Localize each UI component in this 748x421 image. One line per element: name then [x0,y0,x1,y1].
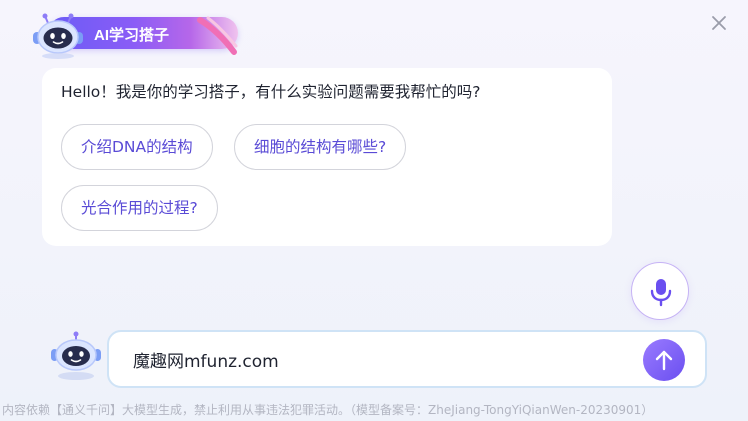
arrow-up-icon [655,350,673,371]
message-composer [107,330,707,388]
ai-disclaimer: 内容依赖【通义千问】大模型生成，禁止利用从事违法犯罪活动。（模型备案号：ZheJ… [2,403,654,417]
greeting-message: Hello！我是你的学习搭子，有什么实验问题需要我帮忙的吗? [61,83,481,101]
app-title: AI学习搭子 [94,27,170,44]
suggestion-chip-dna-structure[interactable]: 介绍DNA的结构 [61,124,213,170]
suggestion-chip-photosynthesis[interactable]: 光合作用的过程? [61,185,218,231]
voice-input-button[interactable] [631,262,689,320]
microphone-icon [650,279,672,307]
message-input[interactable] [133,343,633,375]
suggestion-chip-cell-structure[interactable]: 细胞的结构有哪些? [234,124,407,170]
robot-icon [33,13,83,59]
close-icon [712,16,726,30]
swoosh-icon [197,16,238,55]
robot-icon [51,331,101,380]
app-badge: AI学习搭子 [28,12,238,59]
send-button[interactable] [643,339,685,381]
close-button[interactable] [708,12,730,34]
assistant-message-card: Hello！我是你的学习搭子，有什么实验问题需要我帮忙的吗? 介绍DNA的结构 … [42,68,612,246]
